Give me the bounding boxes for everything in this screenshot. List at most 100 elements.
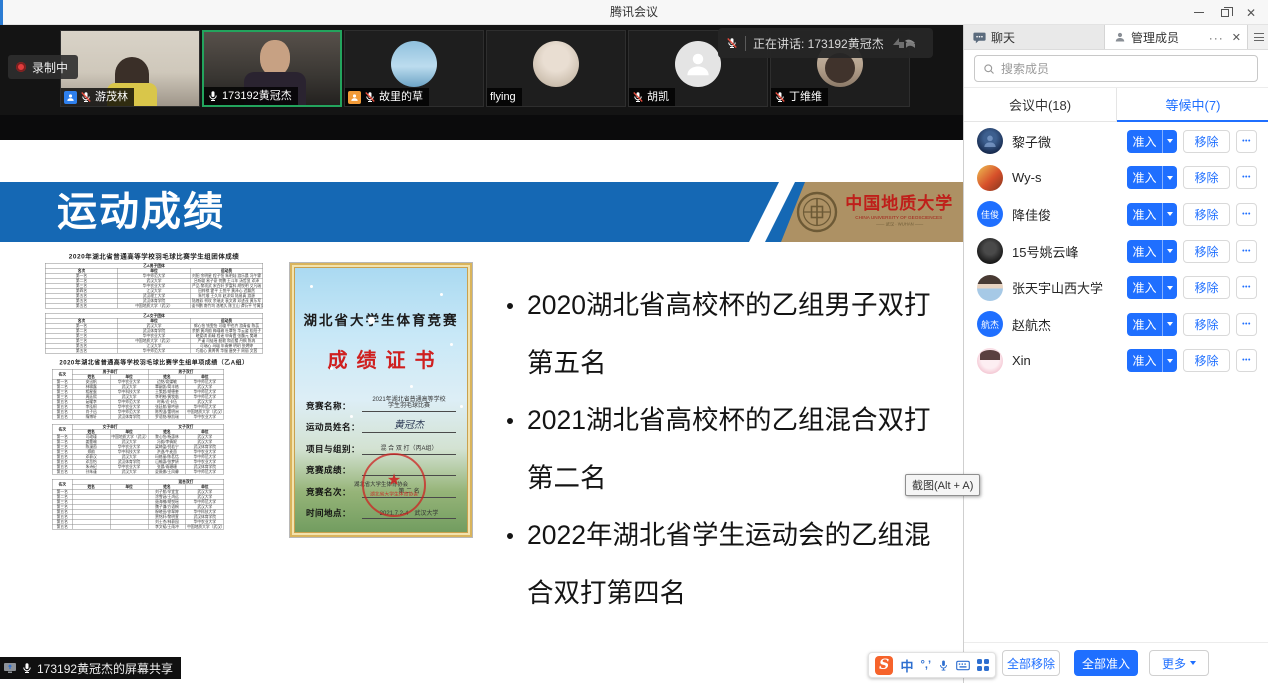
tab-waiting[interactable]: 等候中(7) <box>1116 88 1268 121</box>
member-row: Xin准入移除••• <box>964 343 1268 380</box>
row-more-button[interactable]: ••• <box>1236 276 1257 299</box>
member-row: 黎子微准入移除 ••• <box>964 123 1268 160</box>
member-row: 15号姚云峰准入移除••• <box>964 233 1268 270</box>
row-more-button[interactable]: ••• <box>1236 313 1257 336</box>
waiting-member-list: 黎子微准入移除•••Wy-s准入移除•••佳俊降佳俊准入移除•••15号姚云峰准… <box>964 123 1268 379</box>
admit-label: 准入 <box>1127 316 1162 333</box>
muted-mic-icon <box>632 91 644 103</box>
ime-toolbox-icon[interactable] <box>977 659 989 671</box>
table-row: 第五名江汉大学可瑞心 玛瑙 年青蝉 明玥 张娉婷 <box>45 343 263 348</box>
admit-button[interactable]: 准入 <box>1127 313 1177 336</box>
window-titlebar: 腾讯会议 ✕ <box>0 0 1268 25</box>
participant-tile[interactable]: flying <box>486 30 626 107</box>
certificate-field: 项目与组别：混 合 双 打（丙A组） <box>306 433 456 455</box>
video-strip: 游茂林173192黄冠杰故里的草flying胡凯丁维维 录制中 正在讲话: 17… <box>0 25 963 115</box>
admit-button[interactable]: 准入 <box>1127 240 1177 263</box>
ime-keyboard-icon[interactable] <box>956 660 970 671</box>
remove-button[interactable]: 移除 <box>1183 166 1230 189</box>
window-controls: ✕ <box>1186 0 1264 25</box>
certificate-field-label: 时间地点： <box>306 507 362 519</box>
members-icon <box>1114 31 1126 43</box>
remove-button[interactable]: 移除 <box>1183 130 1230 153</box>
bullet-line: 2022年湖北省学生运动会的乙组混 <box>503 507 955 565</box>
row-more-button[interactable]: ••• <box>1236 203 1257 226</box>
team-result-table: 乙A女子团体名次单位运动员第一名武汉大学郭心怡 钱雯怡 可璇 甲也齐 游青雀 陈… <box>45 313 263 354</box>
member-list-tabs: 会议中(18)等候中(7) <box>964 87 1268 122</box>
ime-lang-toggle[interactable]: 中 <box>900 656 913 675</box>
admit-dropdown[interactable] <box>1162 276 1177 299</box>
panel-more-button[interactable]: ··· <box>1209 31 1224 45</box>
row-more-button[interactable]: ••• <box>1236 166 1257 189</box>
table-row: 第五名中国地质大学（武汉）谈书鹏 南竹坞 洛笔久 陈立山 谭衍平 竹篝文 <box>45 303 263 308</box>
row-more-button[interactable]: ••• <box>1236 349 1257 372</box>
admit-dropdown[interactable] <box>1162 240 1177 263</box>
hamburger-icon <box>1254 33 1264 41</box>
mic-icon <box>207 90 219 102</box>
slide-title-banner: 运动成绩 中国地质大学 CHINA UNIVERSITY OF GEOS <box>0 182 963 242</box>
footer-more-button[interactable]: 更多 <box>1149 650 1209 676</box>
remove-button[interactable]: 移除 <box>1183 203 1230 226</box>
ime-mic-icon[interactable] <box>938 659 949 672</box>
participant-label: 胡凯 <box>629 88 675 106</box>
minimize-icon <box>1194 12 1204 13</box>
ime-punctuation-toggle[interactable]: °,’ <box>920 659 931 671</box>
row-more-button[interactable]: ••• <box>1236 130 1257 153</box>
participant-tile[interactable]: 游茂林 <box>60 30 200 107</box>
member-name: 黎子微 <box>1012 132 1118 151</box>
participant-tile[interactable]: 故里的草 <box>344 30 484 107</box>
admit-dropdown[interactable] <box>1162 313 1177 336</box>
admit-all-label: 全部准入 <box>1082 655 1130 672</box>
panel-menu-button[interactable] <box>1247 25 1268 49</box>
participant-name: 173192黄冠杰 <box>222 88 292 104</box>
person-icon <box>66 93 75 102</box>
admit-dropdown[interactable] <box>1162 166 1177 189</box>
admit-all-button[interactable]: 全部准入 <box>1074 650 1138 676</box>
tab-in-meeting[interactable]: 会议中(18) <box>964 88 1116 121</box>
admit-button[interactable]: 准入 <box>1127 349 1177 372</box>
panel-actions: ··· ✕ <box>1209 25 1241 50</box>
table-row: 第五名李文韬/王雨冲中国地质大学（武汉） <box>52 524 224 529</box>
sogou-logo-icon[interactable]: S <box>875 656 893 675</box>
tab-manage-members[interactable]: 管理成员 ··· ✕ <box>1105 25 1247 49</box>
member-row: 张天宇山西大学准入移除••• <box>964 269 1268 306</box>
search-icon <box>983 63 995 75</box>
table-row: 第一名华中师范大学刘阳 余明星 程子恒 朱明灿 游乐晨 冯午霖 <box>45 273 263 278</box>
remove-all-button[interactable]: 全部移除 <box>1002 650 1060 676</box>
close-button[interactable]: ✕ <box>1238 2 1264 24</box>
admit-dropdown[interactable] <box>1162 349 1177 372</box>
table-row: 第五名孙朱谨武汉大学夏薇娜/王凤馨华中师范大学 <box>52 469 224 474</box>
participant-label: 173192黄冠杰 <box>204 87 298 105</box>
table-row: 第五名武汉体育学院陆煌彩 柯玫 余瑞夫 袁文肃 邓述茂 黄乐军 <box>45 298 263 303</box>
panel-close-button[interactable]: ✕ <box>1232 31 1241 44</box>
certificate-field: 竞赛名称：2021年湖北省普通高等学校 学生羽毛球比赛 <box>306 390 456 412</box>
remove-button[interactable]: 移除 <box>1183 349 1230 372</box>
admit-button[interactable]: 准入 <box>1127 203 1177 226</box>
admit-button[interactable]: 准入 <box>1127 276 1177 299</box>
caret-down-icon <box>1167 249 1173 253</box>
tab-chat[interactable]: 聊天 <box>964 25 1105 49</box>
participant-tile[interactable]: 173192黄冠杰 <box>202 30 342 107</box>
admit-button[interactable]: 准入 <box>1127 130 1177 153</box>
seal-text: 湖北省大学生体育协会 <box>370 489 418 496</box>
university-name-en: CHINA UNIVERSITY OF GEOSCIENCES <box>856 216 943 221</box>
restore-button[interactable] <box>1212 2 1238 24</box>
remove-button[interactable]: 移除 <box>1183 313 1230 336</box>
member-search-input[interactable]: 搜索成员 <box>974 55 1258 82</box>
avatar <box>977 348 1003 374</box>
certificate-field-value: 2021年湖北省普通高等学校 学生羽毛球比赛 <box>362 397 456 412</box>
search-placeholder: 搜索成员 <box>1001 60 1049 77</box>
remove-button[interactable]: 移除 <box>1183 240 1230 263</box>
muted-mic-icon <box>364 91 376 103</box>
member-name: 降佳俊 <box>1012 205 1118 224</box>
participant-name: flying <box>490 89 516 105</box>
minimize-button[interactable] <box>1186 2 1212 24</box>
admit-dropdown[interactable] <box>1162 203 1177 226</box>
event-result-table: 名次混合双打姓名单位姓名单位第一名刘子航/辛宜宜武汉大学第二名涂雪涵/王鸿远武汉… <box>52 479 224 530</box>
admit-button[interactable]: 准入 <box>1127 166 1177 189</box>
row-more-button[interactable]: ••• <box>1236 240 1257 263</box>
recording-label: 录制中 <box>32 59 68 76</box>
certificate-field-value: 黄冠杰 <box>362 420 456 433</box>
restore-icon <box>1221 9 1229 17</box>
admit-dropdown[interactable] <box>1162 130 1177 153</box>
remove-button[interactable]: 移除 <box>1183 276 1230 299</box>
